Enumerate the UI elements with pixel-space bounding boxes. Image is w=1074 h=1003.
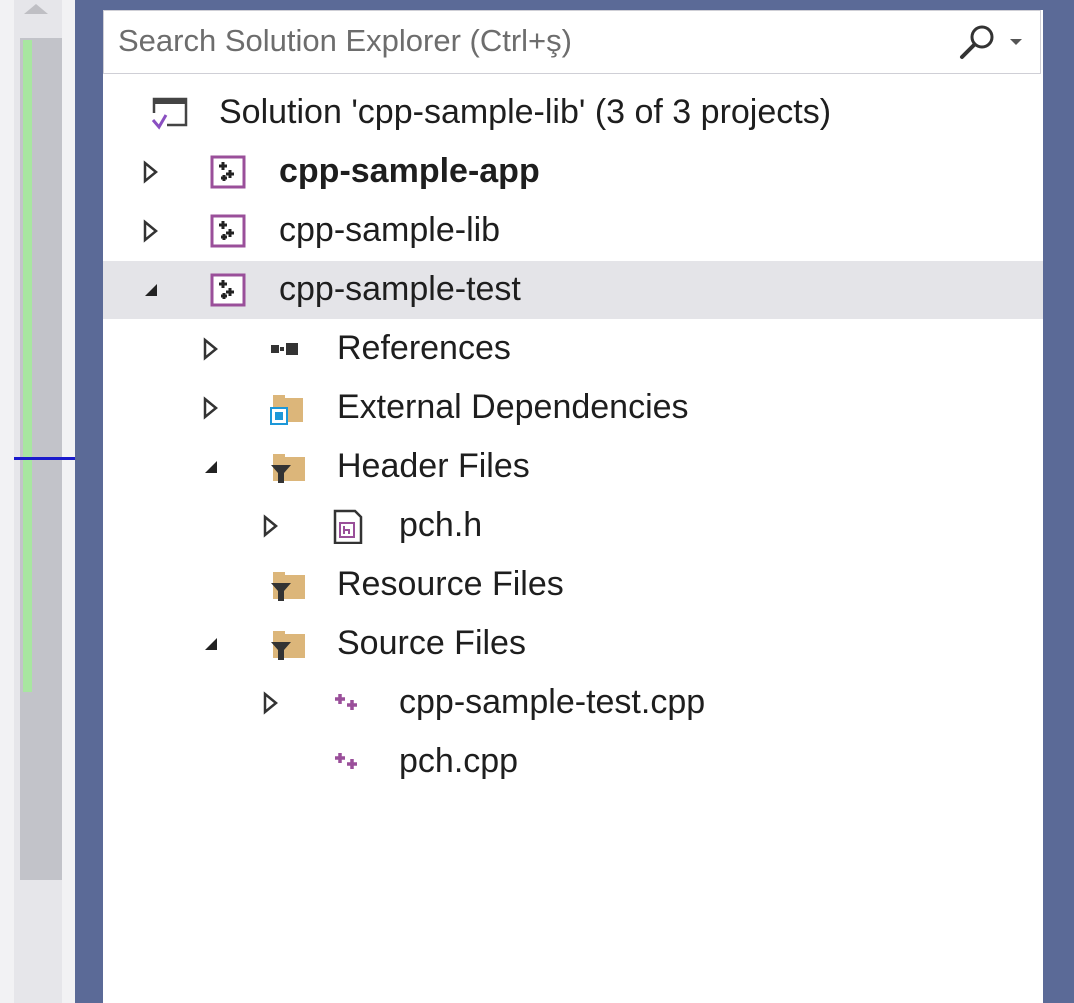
- search-icon[interactable]: [956, 21, 1000, 61]
- change-tracking-bar: [23, 40, 32, 692]
- cpp-file-icon: [335, 694, 357, 710]
- header-file-icon: [333, 509, 363, 544]
- expand-arrow-icon[interactable]: [139, 219, 163, 243]
- caret-position-marker: [14, 457, 75, 460]
- tree-item-label: cpp-sample-test: [279, 270, 521, 308]
- cpp-project-icon: [210, 214, 246, 248]
- cpp-project-icon: [210, 273, 246, 307]
- collapse-arrow-icon[interactable]: [139, 278, 163, 302]
- tree-item[interactable]: Resource Files: [103, 556, 1043, 614]
- tree-item[interactable]: pch.cpp: [103, 733, 1043, 791]
- tree-item-solution[interactable]: Solution 'cpp-sample-lib' (3 of 3 projec…: [103, 84, 1043, 142]
- expand-arrow-icon[interactable]: [199, 337, 223, 361]
- editor-margin: [0, 0, 75, 1003]
- search-box[interactable]: Search Solution Explorer (Ctrl+ş): [103, 10, 1041, 74]
- scroll-up-arrow-icon[interactable]: [24, 4, 48, 14]
- filter-folder-icon: [271, 454, 305, 483]
- search-options-dropdown-icon[interactable]: [1010, 39, 1022, 45]
- tree-item[interactable]: Source Files: [103, 615, 1043, 673]
- expand-arrow-icon[interactable]: [199, 396, 223, 420]
- tree-item[interactable]: External Dependencies: [103, 379, 1043, 437]
- filter-folder-icon: [271, 572, 305, 601]
- solution-icon: [151, 97, 188, 130]
- tree-item-label: References: [337, 329, 511, 367]
- tree-item[interactable]: pch.h: [103, 497, 1043, 555]
- collapse-arrow-icon[interactable]: [199, 455, 223, 479]
- cpp-project-icon: [210, 155, 246, 189]
- external-dependencies-icon: [270, 395, 303, 425]
- tree-item[interactable]: cpp-sample-test.cpp: [103, 674, 1043, 732]
- tree-item-label: pch.h: [399, 506, 483, 544]
- expand-arrow-icon[interactable]: [259, 514, 283, 538]
- tree-item-label: cpp-sample-lib: [279, 211, 501, 249]
- tree-item-label: Source Files: [337, 624, 526, 662]
- tree-item-label: External Dependencies: [337, 388, 689, 426]
- expand-arrow-icon[interactable]: [259, 691, 283, 715]
- cpp-file-icon: [335, 753, 357, 769]
- tree-item-label: Header Files: [337, 447, 530, 485]
- tree-item[interactable]: cpp-sample-test: [103, 261, 1043, 319]
- tree-item[interactable]: Header Files: [103, 438, 1043, 496]
- solution-label: Solution 'cpp-sample-lib' (3 of 3 projec…: [219, 93, 832, 131]
- tree-item-label: Resource Files: [337, 565, 564, 603]
- tree-item-label: pch.cpp: [399, 742, 519, 780]
- expand-arrow-icon[interactable]: [139, 160, 163, 184]
- tree-item-label: cpp-sample-app: [279, 152, 540, 190]
- tree-item[interactable]: cpp-sample-app: [103, 143, 1043, 201]
- collapse-arrow-icon[interactable]: [199, 632, 223, 656]
- filter-folder-icon: [271, 631, 305, 660]
- tree-item-label: cpp-sample-test.cpp: [399, 683, 706, 721]
- search-input[interactable]: Search Solution Explorer (Ctrl+ş): [118, 23, 572, 59]
- tree-item[interactable]: cpp-sample-lib: [103, 202, 1043, 260]
- tree-item[interactable]: References: [103, 320, 1043, 378]
- references-icon: [271, 343, 298, 355]
